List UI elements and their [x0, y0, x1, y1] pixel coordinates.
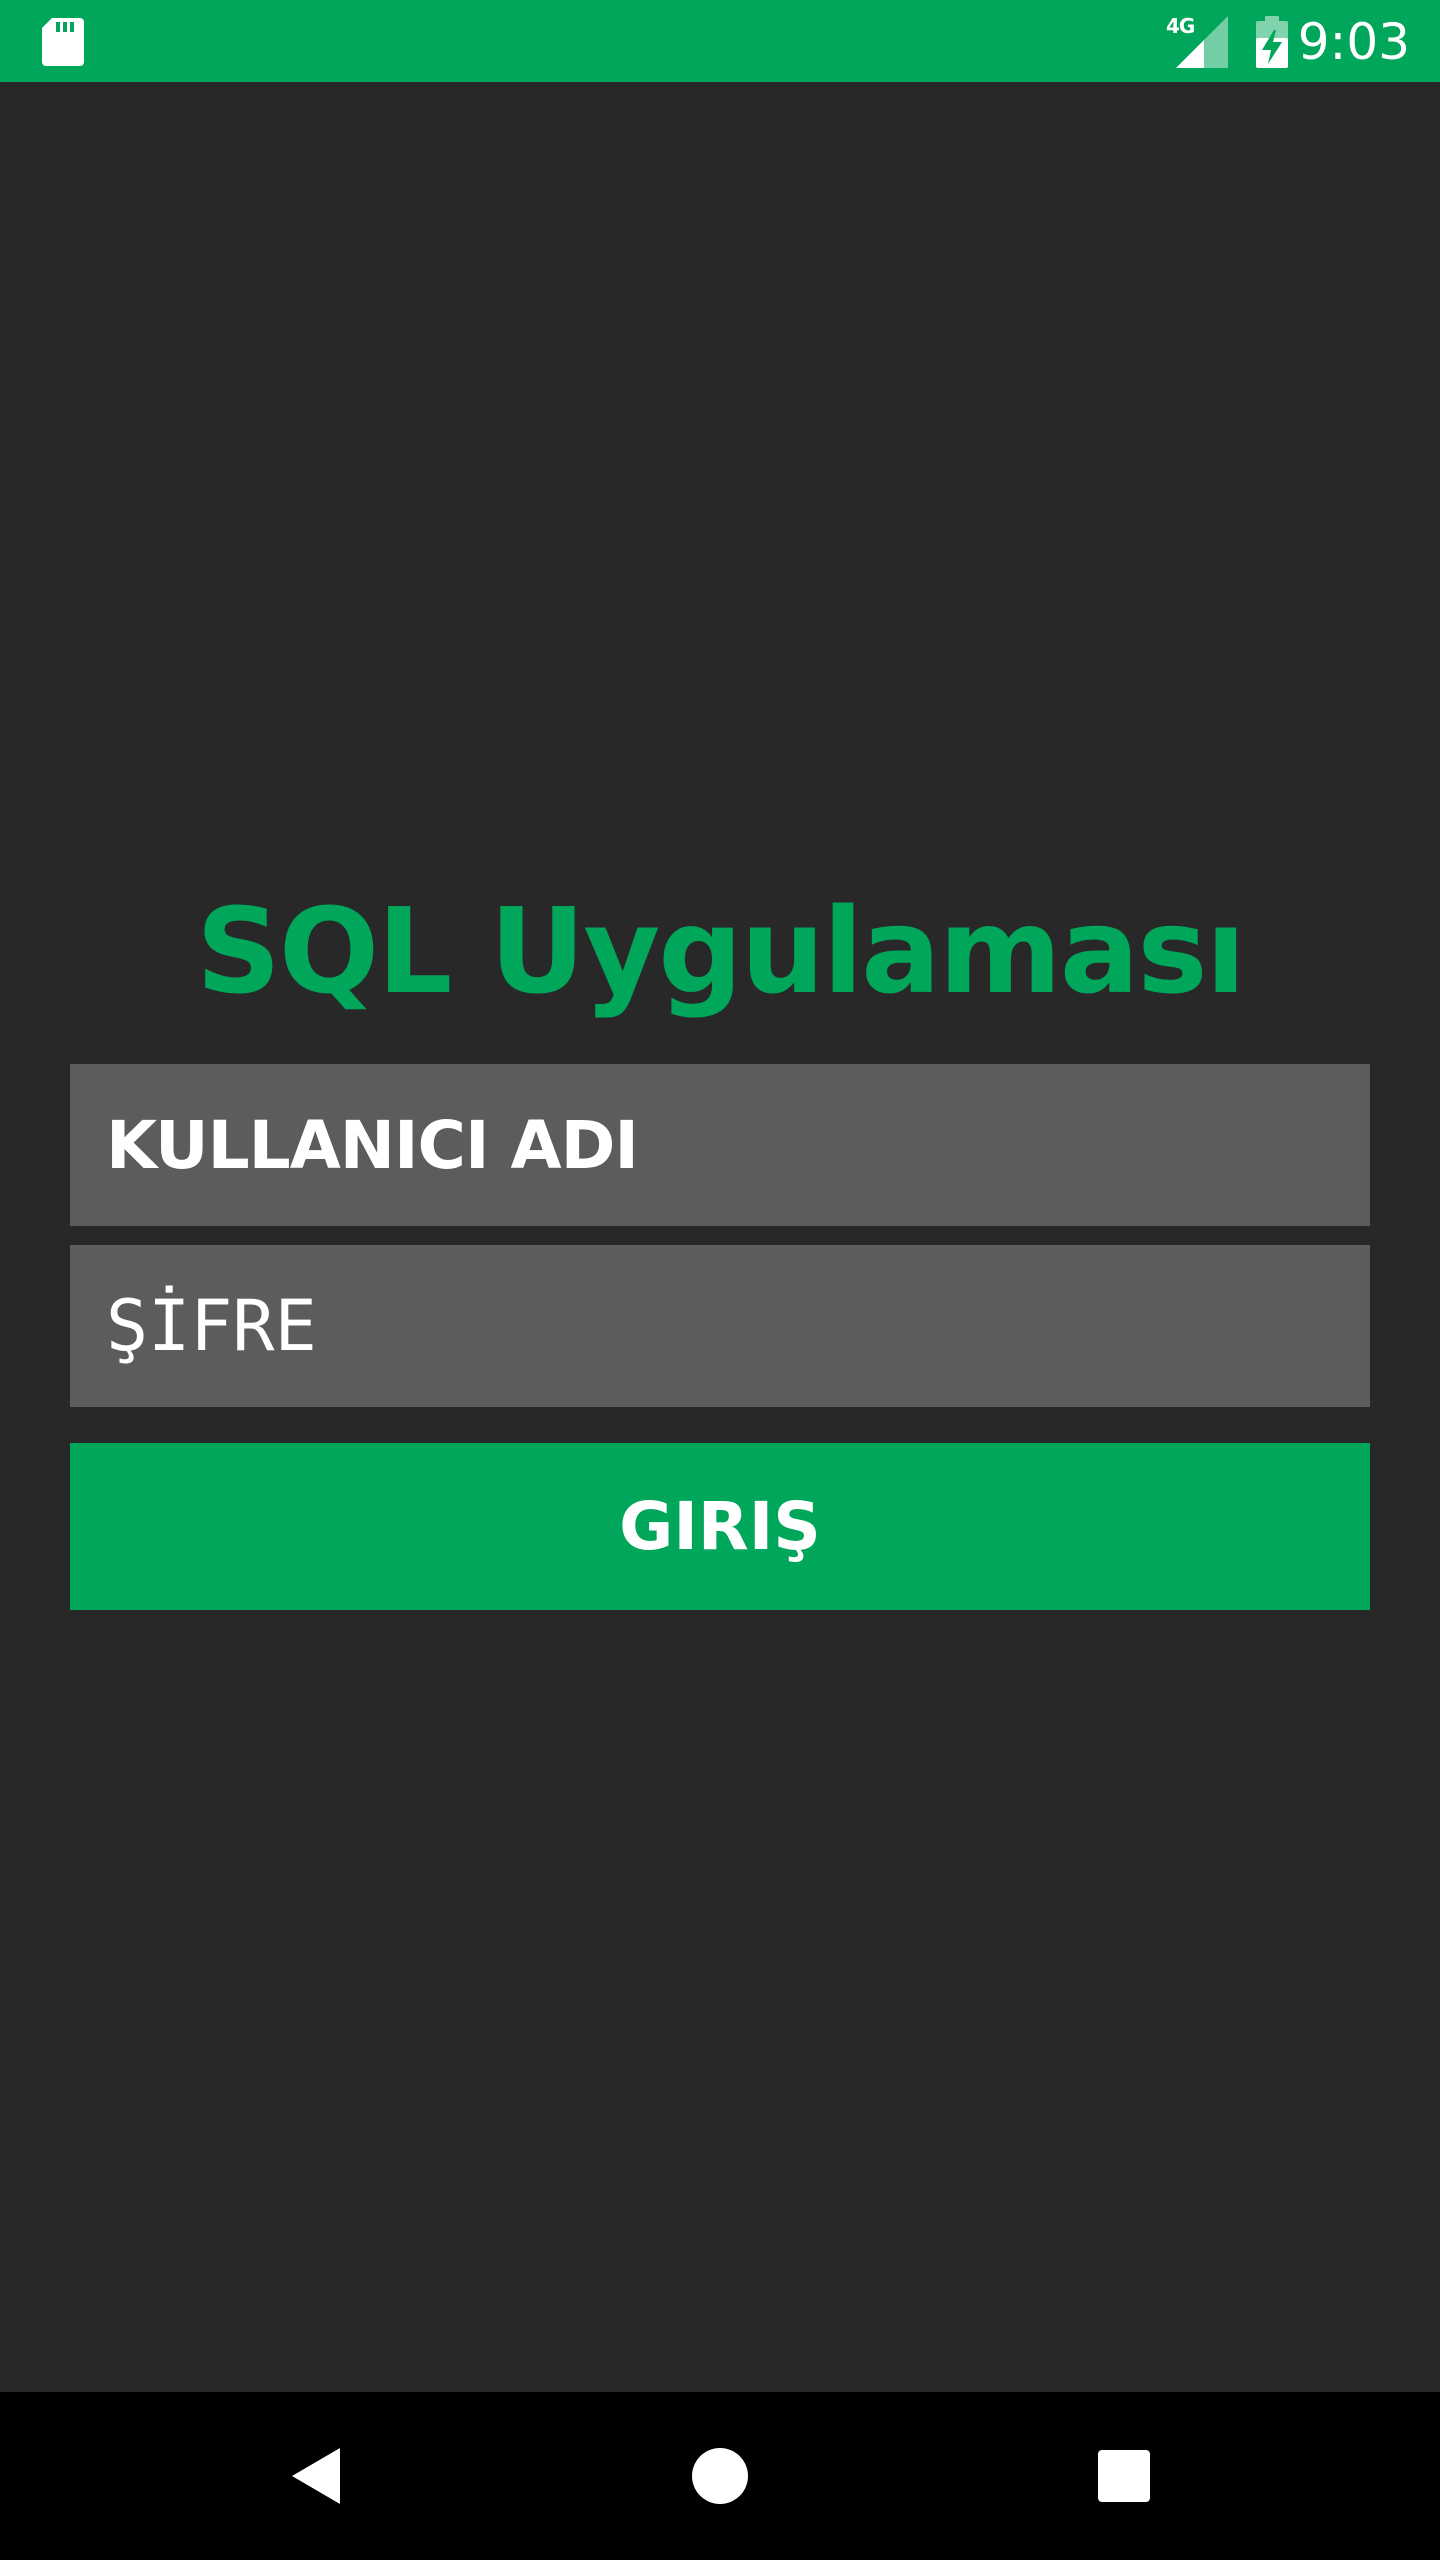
status-bar: 4G 9:03: [0, 0, 1440, 82]
back-button[interactable]: [266, 2426, 366, 2526]
password-field[interactable]: ŞİFRE: [70, 1245, 1370, 1407]
network-type-label: 4G: [1166, 14, 1195, 38]
app-title: SQL Uygulaması: [195, 882, 1246, 1020]
username-field[interactable]: KULLANICI ADI: [70, 1064, 1370, 1226]
battery-charging-icon: [1256, 16, 1288, 68]
home-button[interactable]: [670, 2426, 770, 2526]
password-field-value: ŞİFRE: [106, 1285, 317, 1367]
recents-button[interactable]: [1074, 2426, 1174, 2526]
sd-card-icon: [42, 18, 84, 66]
status-time: 9:03: [1297, 13, 1410, 71]
back-triangle-icon: [292, 2448, 340, 2504]
recents-square-icon: [1098, 2450, 1150, 2502]
login-screen: 4G 9:03 SQL Uygulaması KULLANICI ADI ŞİF…: [0, 0, 1440, 2560]
username-field-value: KULLANICI ADI: [106, 1106, 639, 1184]
login-button-label: GIRIŞ: [619, 1488, 821, 1565]
login-button[interactable]: GIRIŞ: [70, 1443, 1370, 1610]
home-circle-icon: [692, 2448, 748, 2504]
navigation-bar: [0, 2392, 1440, 2560]
